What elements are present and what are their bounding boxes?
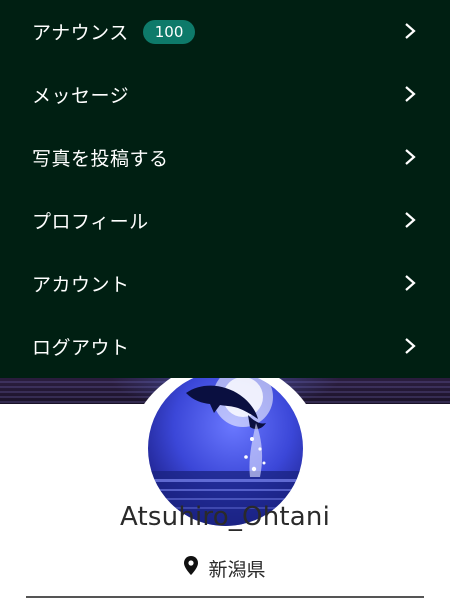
username: Atsuhiro_Ohtani xyxy=(119,502,331,532)
menu-item-account[interactable]: アカウント xyxy=(0,252,450,315)
location-row: 新潟県 xyxy=(0,553,450,583)
menu-item-label: メッセージ xyxy=(32,85,130,107)
menu-item-label: 写真を投稿する xyxy=(32,148,169,170)
menu-item-label: プロフィール xyxy=(32,211,149,233)
divider xyxy=(26,596,424,598)
menu-item-label: アカウント xyxy=(32,274,130,296)
menu-item-label: ログアウト xyxy=(32,337,130,359)
chevron-right-icon xyxy=(405,338,416,354)
menu-item-post-photo[interactable]: 写真を投稿する xyxy=(0,126,450,189)
chevron-right-icon xyxy=(405,275,416,291)
count-badge: 100 xyxy=(142,19,196,44)
chevron-right-icon xyxy=(405,86,416,102)
location-text: 新潟県 xyxy=(208,558,266,581)
chevron-right-icon xyxy=(405,149,416,165)
menu-item-announcements[interactable]: アナウンス 100 xyxy=(0,0,450,63)
chevron-right-icon xyxy=(405,212,416,228)
menu-item-messages[interactable]: メッセージ xyxy=(0,63,450,126)
map-pin-icon xyxy=(184,556,199,580)
chevron-right-icon xyxy=(405,23,416,39)
drawer-menu: アナウンス 100 メッセージ 写真を投稿する プロフィール アカウント ログア… xyxy=(0,0,450,378)
menu-item-label: アナウンス xyxy=(32,22,129,44)
menu-item-profile[interactable]: プロフィール xyxy=(0,189,450,252)
menu-item-logout[interactable]: ログアウト xyxy=(0,315,450,378)
